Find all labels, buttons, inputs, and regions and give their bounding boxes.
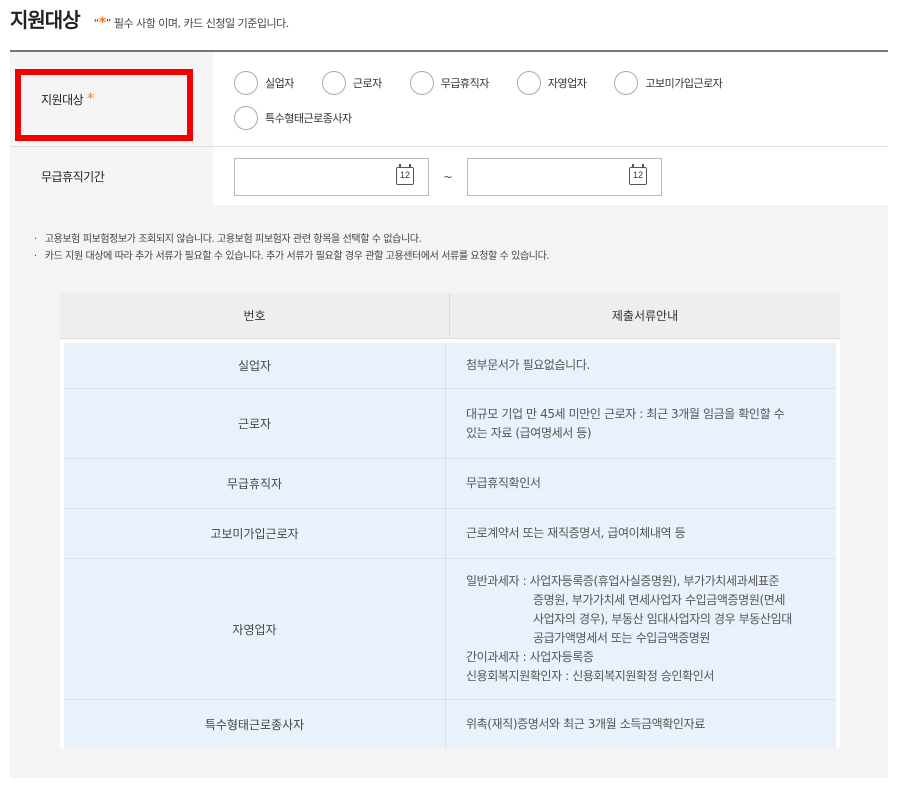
- row-documents: 근로계약서 또는 재직증명서, 급여이체내역 등: [446, 509, 836, 558]
- document-line: 신용회복지원확인자 : 신용회복지원확정 승인확인서: [466, 669, 714, 683]
- radio-label: 특수형태근로종사자: [265, 112, 352, 125]
- notice-item: 고용보험 피보험정보가 조회되지 않습니다. 고용보험 피보험자 관련 항목을 …: [34, 231, 549, 248]
- radio-circle-icon[interactable]: [321, 71, 346, 95]
- header-documents: 제출서류안내: [611, 309, 679, 323]
- required-note: “*” 필수 사항 이며, 카드 신청일 기준입니다.: [94, 15, 290, 31]
- radio-label: 무급휴직자: [440, 77, 490, 90]
- section-title: 지원대상: [10, 8, 81, 32]
- note-text: ” 필수 사항 이며, 카드 신청일 기준입니다.: [105, 17, 290, 30]
- document-line: 일반과세자 : 사업자등록증(휴업사실증명원), 부가가치세과세표준: [466, 574, 780, 588]
- document-line: 대규모 기업 만 45세 미만인 근로자 : 최근 3개월 임금을 확인할 수: [466, 406, 785, 421]
- notice-list: 고용보험 피보험정보가 조회되지 않습니다. 고용보험 피보험자 관련 항목을 …: [34, 231, 550, 265]
- document-line: 증명원, 부가가치세 면세사업자 수입금액증명원(면세: [533, 593, 786, 607]
- radio-label: 실업자: [265, 77, 294, 90]
- radio-option[interactable]: 특수형태근로종사자: [234, 103, 352, 133]
- table-row: 근로자 대규모 기업 만 45세 미만인 근로자 : 최근 3개월 임금을 확인할…: [64, 389, 836, 459]
- document-line: 간이과세자 : 사업자등록증: [466, 650, 594, 664]
- row-documents: 위촉(재직)증명서와 최근 3개월 소득금액확인자료: [446, 700, 836, 748]
- radio-circle-icon[interactable]: [516, 71, 541, 95]
- support-form: 지원대상 * 실업자 근로자 무급휴직자 자영업자 고보미가입근로자특수형태근로종사자 무…: [10, 50, 888, 207]
- document-line: 위촉(재직)증명서와 최근 3개월 소득금액확인자료: [466, 716, 705, 731]
- table-row: 고보미가입근로자 근로계약서 또는 재직증명서, 급여이체내역 등: [64, 509, 836, 559]
- radio-circle-icon[interactable]: [614, 71, 639, 95]
- row-documents: 첨부문서가 필요없습니다.: [446, 343, 836, 388]
- row-documents: 대규모 기업 만 45세 미만인 근로자 : 최근 3개월 임금을 확인할 수있…: [446, 389, 836, 458]
- required-star-icon: *: [98, 15, 106, 31]
- row-type: 자영업자: [64, 559, 446, 699]
- document-line: 무급휴직확인서: [466, 476, 541, 490]
- period-row: 무급휴직기간 12 ~ 12: [10, 147, 888, 207]
- table-header: 번호 제출서류안내: [60, 293, 840, 339]
- start-date-input[interactable]: 12: [234, 157, 429, 196]
- calendar-icon[interactable]: 12: [629, 163, 648, 185]
- section-header: 지원대상 “*” 필수 사항 이며, 카드 신청일 기준입니다.: [10, 4, 289, 36]
- row-type: 근로자: [64, 389, 446, 458]
- radio-option[interactable]: 자영업자: [516, 68, 587, 98]
- period-label: 무급휴직기간: [10, 147, 213, 206]
- document-line: 사업자의 경우), 부동산 임대사업자의 경우 부동산임대: [533, 612, 792, 626]
- documents-table: 번호 제출서류안내 실업자 첨부문서가 필요없습니다. 근로자 대규모 기업 만 45…: [60, 293, 840, 748]
- radio-circle-icon[interactable]: [409, 71, 434, 95]
- radio-label: 고보미가입근로자: [645, 77, 723, 90]
- table-body: 실업자 첨부문서가 필요없습니다. 근로자 대규모 기업 만 45세 미만인 근로자 …: [60, 339, 840, 748]
- table-row: 자영업자 일반과세자 : 사업자등록증(휴업사실증명원), 부가가치세과세표준 증명…: [64, 559, 836, 700]
- target-row: 지원대상 * 실업자 근로자 무급휴직자 자영업자 고보미가입근로자특수형태근로종사자: [10, 52, 888, 147]
- row-type: 고보미가입근로자: [64, 509, 446, 558]
- radio-circle-icon[interactable]: [234, 106, 258, 130]
- row-type: 실업자: [64, 343, 446, 388]
- period-fields: 12 ~ 12: [213, 147, 888, 206]
- range-separator: ~: [443, 169, 454, 184]
- row-type: 특수형태근로종사자: [64, 700, 446, 748]
- row-documents: 일반과세자 : 사업자등록증(휴업사실증명원), 부가가치세과세표준증명원, 부…: [446, 559, 836, 699]
- table-row: 실업자 첨부문서가 필요없습니다.: [64, 343, 836, 389]
- radio-option[interactable]: 고보미가입근로자: [614, 68, 723, 98]
- document-line: 있는 자료 (급여명세서 등): [466, 425, 592, 440]
- table-row: 특수형태근로종사자 위촉(재직)증명서와 최근 3개월 소득금액확인자료: [64, 700, 836, 748]
- table-row: 무급휴직자 무급휴직확인서: [64, 459, 836, 509]
- row-documents: 무급휴직확인서: [446, 459, 836, 508]
- end-date-input[interactable]: 12: [467, 157, 663, 196]
- target-label-cell: 지원대상 *: [10, 52, 213, 146]
- document-line: 근로계약서 또는 재직증명서, 급여이체내역 등: [466, 526, 686, 540]
- target-options: 실업자 근로자 무급휴직자 자영업자 고보미가입근로자특수형태근로종사자: [213, 52, 888, 146]
- radio-circle-icon[interactable]: [234, 71, 258, 95]
- radio-option[interactable]: 근로자: [321, 68, 382, 98]
- radio-option[interactable]: 실업자: [234, 68, 294, 98]
- calendar-icon[interactable]: 12: [396, 163, 414, 185]
- row-type: 무급휴직자: [64, 459, 446, 508]
- info-panel: 고용보험 피보험정보가 조회되지 않습니다. 고용보험 피보험자 관련 항목을 …: [10, 205, 888, 778]
- notice-item: 카드 지원 대상에 따라 추가 서류가 필요할 수 있습니다. 추가 서류가 필…: [34, 248, 550, 265]
- radio-label: 자영업자: [547, 77, 587, 90]
- document-line: 첨부문서가 필요없습니다.: [466, 358, 590, 372]
- highlight-box: [15, 69, 193, 141]
- header-number: 번호: [60, 293, 450, 338]
- radio-option[interactable]: 무급휴직자: [409, 68, 490, 98]
- radio-label: 근로자: [352, 77, 382, 90]
- document-line: 공급가액명세서 또는 수입금액증명원: [533, 631, 711, 645]
